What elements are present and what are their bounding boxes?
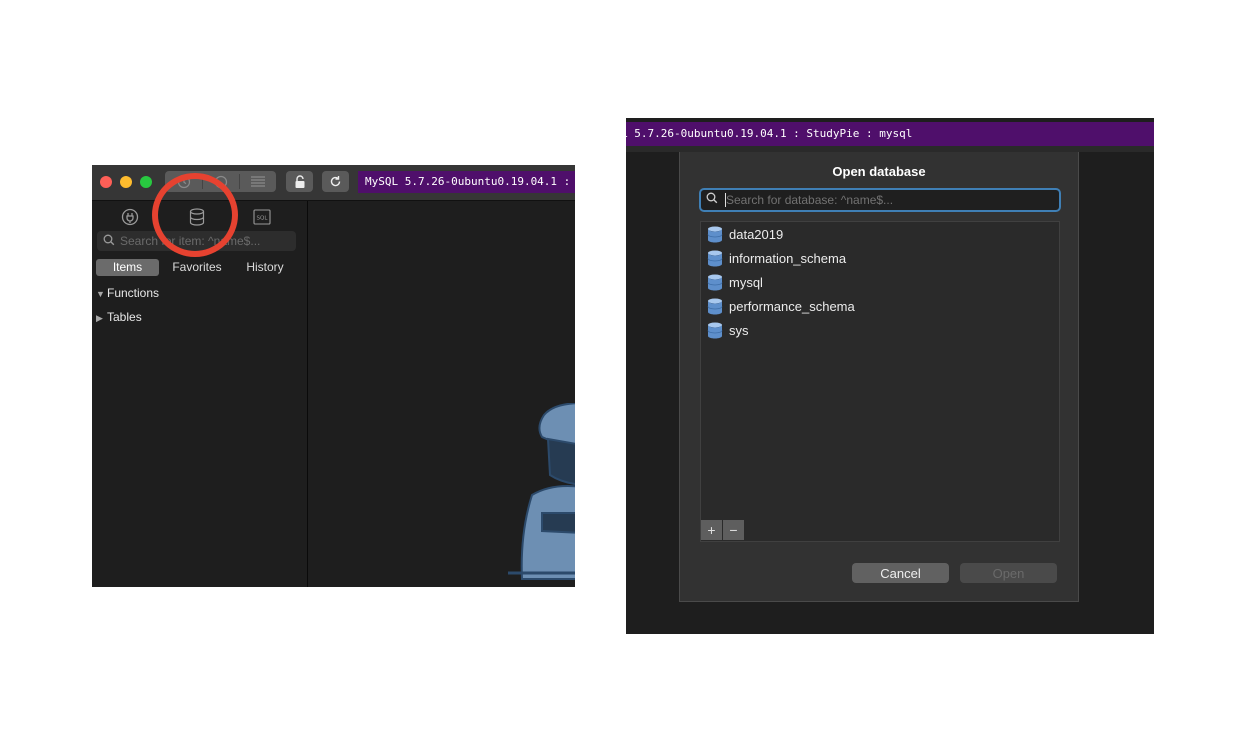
database-item[interactable]: performance_schema	[707, 295, 855, 317]
disclosure-down-icon[interactable]: ▼	[96, 289, 107, 299]
svg-text:SQL: SQL	[257, 216, 269, 222]
database-search-input[interactable]: Search for database: ^name$...	[699, 188, 1061, 212]
tab-history[interactable]: History	[237, 259, 293, 276]
database-icon	[707, 226, 723, 242]
database-item[interactable]: data2019	[707, 223, 783, 245]
sql-icon[interactable]: SQL	[252, 207, 272, 227]
dialog-title: Open database	[832, 164, 926, 179]
lock-icon[interactable]	[286, 171, 313, 192]
left-window: MySQL 5.7.26-0ubuntu0.19.04.1 : SQL Sear…	[92, 165, 575, 587]
remove-database-button[interactable]: −	[723, 520, 744, 540]
tree-item-functions[interactable]: ▼ Functions	[96, 286, 159, 300]
connection-bar: L 5.7.26-0ubuntu0.19.04.1 : StudyPie : m…	[626, 122, 1154, 146]
database-item[interactable]: sys	[707, 319, 749, 341]
right-window: L 5.7.26-0ubuntu0.19.04.1 : StudyPie : m…	[626, 118, 1154, 634]
database-icon	[707, 274, 723, 290]
cancel-button[interactable]: Cancel	[852, 563, 949, 583]
plug-icon[interactable]	[120, 207, 140, 227]
sidebar: SQL Search for item: ^name$... Items Fav…	[92, 201, 308, 587]
database-icon	[707, 250, 723, 266]
search-icon	[706, 192, 718, 207]
connection-label[interactable]: L 5.7.26-0ubuntu0.19.04.1 : StudyPie : m…	[626, 122, 912, 146]
database-item[interactable]: mysql	[707, 271, 763, 293]
tab-favorites[interactable]: Favorites	[166, 259, 228, 276]
tree-item-tables[interactable]: ▶ Tables	[96, 310, 142, 324]
open-database-dialog: Open database Search for database: ^name…	[679, 152, 1079, 602]
minimize-window-button[interactable]	[120, 176, 132, 188]
close-window-button[interactable]	[100, 176, 112, 188]
disclosure-right-icon[interactable]: ▶	[96, 313, 107, 324]
database-icon	[707, 322, 723, 338]
refresh-icon[interactable]	[322, 171, 349, 192]
search-placeholder: Search for database: ^name$...	[726, 193, 894, 207]
tab-items[interactable]: Items	[96, 259, 159, 276]
zoom-window-button[interactable]	[140, 176, 152, 188]
database-list[interactable]: data2019 information_schema mysql perfor…	[700, 221, 1060, 542]
connection-label[interactable]: MySQL 5.7.26-0ubuntu0.19.04.1 :	[358, 171, 575, 193]
highlight-circle	[152, 173, 238, 257]
open-button[interactable]: Open	[960, 563, 1057, 583]
search-icon	[103, 234, 115, 249]
mascot-illustration	[508, 403, 575, 580]
database-icon	[707, 298, 723, 314]
query-log-icon[interactable]	[240, 171, 276, 192]
database-item[interactable]: information_schema	[707, 247, 846, 269]
add-database-button[interactable]: +	[701, 520, 722, 540]
